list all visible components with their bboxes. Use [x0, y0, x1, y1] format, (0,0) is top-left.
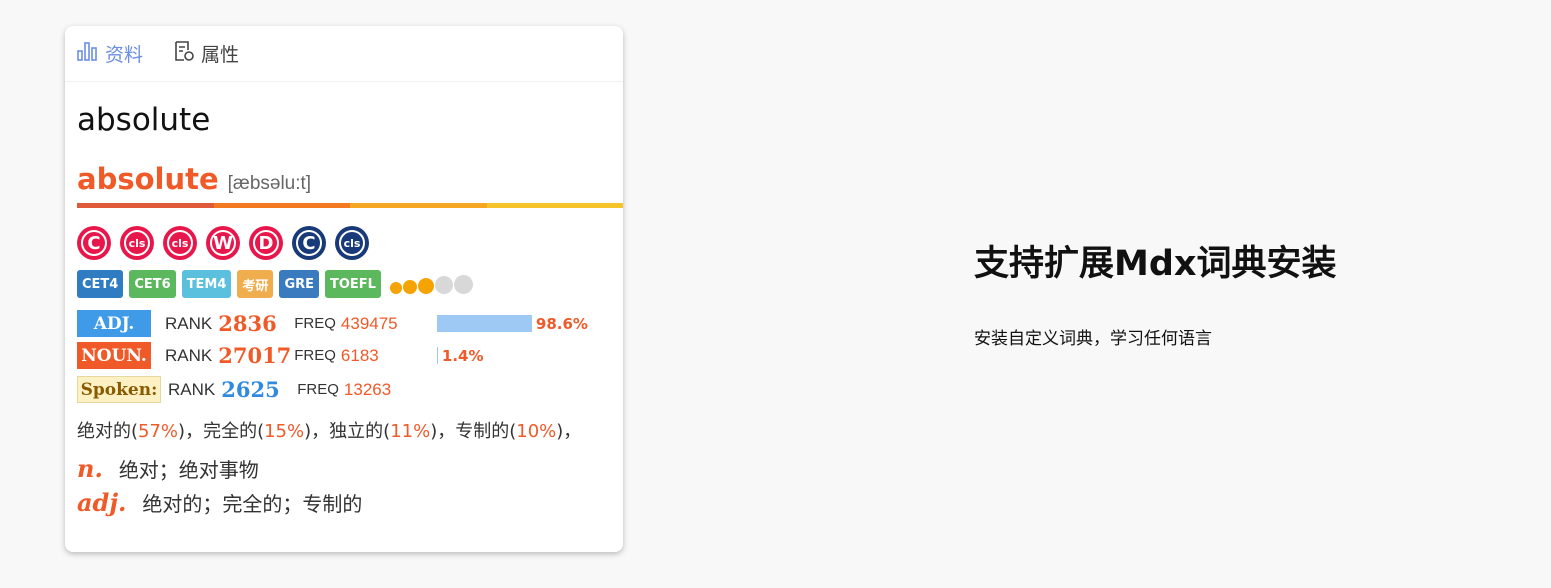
exam-tags: CET4 CET6 TEM4 考研 GRE TOEFL: [77, 270, 474, 298]
color-divider: [77, 203, 623, 208]
definition-text: 绝对的；完全的；专制的: [142, 492, 363, 516]
spoken-row: Spoken: RANK 2625 FREQ 13263: [77, 376, 391, 403]
freq-label: FREQ: [294, 315, 336, 332]
translation-item: 完全的(15%)，: [203, 421, 330, 442]
freq-percent: 98.6%: [535, 314, 588, 333]
exam-tag: TEM4: [181, 270, 232, 298]
pos-row-adj: ADJ. RANK 2836 FREQ 439475 98.6%: [77, 310, 588, 337]
exam-tag: TOEFL: [325, 270, 381, 298]
tab-properties-label: 属性: [201, 44, 240, 66]
translation-item: 专制的(10%)，: [455, 421, 582, 442]
rating-dot-filled: [389, 281, 402, 294]
tab-bar: 资料 属性: [65, 26, 623, 82]
exam-tag: 考研: [237, 270, 274, 298]
rank-value: 2836: [218, 311, 277, 336]
tab-properties[interactable]: 属性: [173, 40, 239, 67]
definition-noun: n. 绝对；绝对事物: [77, 454, 259, 483]
exam-tag: CET4: [77, 270, 124, 298]
collins-cls-icon[interactable]: cls: [120, 226, 154, 260]
freq-value: 439475: [340, 313, 398, 333]
entry-word: absolute: [77, 162, 219, 196]
freq-value: 13263: [343, 379, 392, 399]
collins-c-icon[interactable]: C: [77, 226, 111, 260]
feature-subtitle: 安装自定义词典，学习任何语言: [974, 329, 1212, 349]
collins-cls-icon[interactable]: cls: [163, 226, 197, 260]
freq-bar: [436, 315, 532, 332]
definition-pos: adj.: [77, 488, 127, 517]
cls-dark-icon[interactable]: cls: [335, 226, 369, 260]
entry-header: absolute [æbsəlu:t]: [77, 162, 311, 196]
translation-list: 绝对的(57%)，完全的(15%)，独立的(11%)，专制的(10%)，: [77, 417, 581, 443]
star-rating: [389, 274, 474, 294]
translation-item: 独立的(11%)，: [329, 421, 456, 442]
freq-bar: [436, 347, 438, 364]
rank-value: 27017: [218, 343, 292, 368]
tab-info[interactable]: 资料: [77, 40, 143, 67]
pos-row-noun: NOUN. RANK 27017 FREQ 6183 1.4%: [77, 342, 484, 369]
rank-label: RANK: [165, 345, 213, 365]
dictionary-icons: Ccls cls W D Ccls: [77, 226, 378, 260]
rank-label: RANK: [165, 313, 213, 333]
tab-info-label: 资料: [105, 44, 144, 66]
headword: absolute: [77, 102, 211, 138]
spoken-badge: Spoken:: [77, 376, 161, 403]
rank-value: 2625: [221, 377, 280, 402]
rating-dot-filled: [402, 279, 417, 294]
bar-chart-icon: [77, 40, 105, 67]
definition-adj: adj. 绝对的；完全的；专制的: [77, 488, 362, 517]
d-icon[interactable]: D: [249, 226, 283, 260]
webster-w-icon[interactable]: W: [206, 226, 240, 260]
rating-dot-filled: [417, 277, 434, 294]
dictionary-card: 资料 属性 absolute absolute [æbsəlu:t] Ccls c…: [65, 26, 623, 552]
document-settings-icon: [173, 40, 201, 67]
freq-value: 6183: [340, 345, 379, 365]
rating-dot-empty: [434, 275, 453, 294]
exam-tag: GRE: [279, 270, 319, 298]
rating-dot-empty: [453, 274, 473, 294]
freq-label: FREQ: [297, 381, 339, 398]
pos-badge-noun: NOUN.: [77, 342, 151, 369]
exam-tag: CET6: [129, 270, 176, 298]
c-dark-icon[interactable]: C: [292, 226, 326, 260]
phonetic: [æbsəlu:t]: [227, 173, 312, 194]
feature-title: 支持扩展Mdx词典安装: [974, 244, 1337, 284]
definition-text: 绝对；绝对事物: [118, 458, 259, 482]
rank-label: RANK: [168, 379, 216, 399]
definition-pos: n.: [77, 454, 103, 483]
freq-percent: 1.4%: [441, 346, 484, 365]
translation-item: 绝对的(57%)，: [77, 421, 204, 442]
freq-label: FREQ: [294, 347, 336, 364]
pos-badge-adj: ADJ.: [77, 310, 151, 337]
